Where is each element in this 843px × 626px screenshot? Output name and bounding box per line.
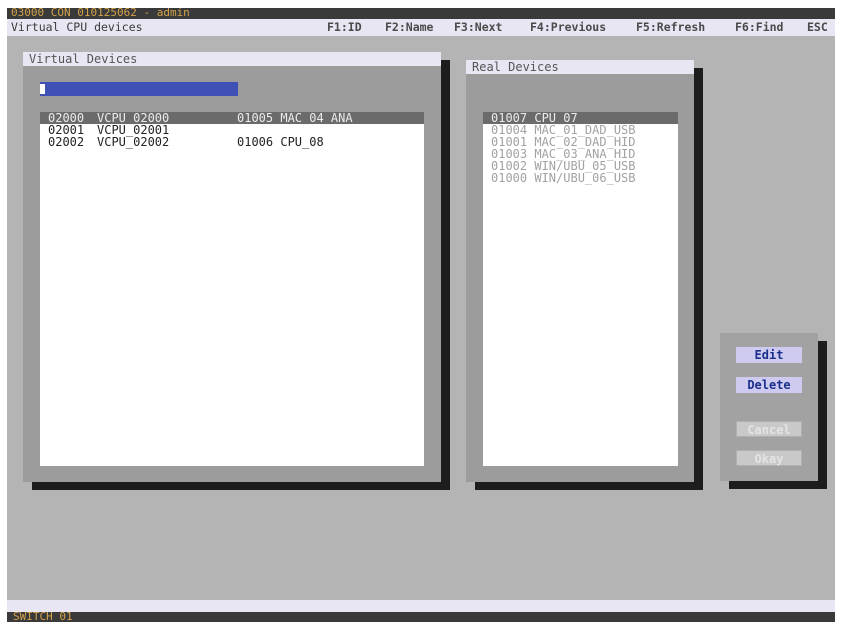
virtual-row-assigned: 01006 CPU_08 — [237, 135, 324, 149]
fkey-refresh[interactable]: F5:Refresh — [636, 20, 705, 35]
text-cursor — [40, 84, 45, 94]
session-bar: 03000 CON 010125062 - admin — [7, 6, 835, 19]
real-row-label: 01000 WIN/UBU_06_USB — [491, 171, 636, 185]
delete-button[interactable]: Delete — [736, 377, 802, 393]
status-bar — [7, 600, 835, 612]
screen-title: Virtual CPU devices — [11, 20, 143, 34]
real-row[interactable]: 01000 WIN/UBU_06_USB — [483, 172, 678, 184]
fkey-id[interactable]: F1:ID — [327, 20, 362, 35]
virtual-device-list[interactable]: 02000 VCPU_02000 01005 MAC_04_ANA 02001 … — [40, 112, 424, 466]
session-title: 03000 CON 010125062 - admin — [11, 6, 190, 19]
fkey-name[interactable]: F2:Name — [385, 20, 433, 35]
switch-status: SWITCH 01 — [13, 610, 73, 623]
virtual-row-assigned: 01005 MAC_04_ANA — [237, 111, 353, 125]
virtual-panel-title: Virtual Devices — [23, 52, 441, 66]
function-key-bar: Virtual CPU devices F1:ID F2:Name F3:Nex… — [7, 19, 835, 36]
okay-button[interactable]: Okay — [736, 450, 802, 466]
edit-button[interactable]: Edit — [736, 347, 802, 363]
cancel-button[interactable]: Cancel — [736, 421, 802, 437]
fkey-escape[interactable]: ESC — [807, 20, 828, 35]
footer-bar: SWITCH 01 — [7, 610, 835, 623]
fkey-next[interactable]: F3:Next — [454, 20, 502, 35]
kvm-osd-screen: 03000 CON 010125062 - admin Virtual CPU … — [7, 6, 835, 623]
virtual-search-input[interactable] — [40, 82, 238, 96]
real-device-list[interactable]: 01007 CPU_07 01004 MAC_01_DAD_USB 01001 … — [483, 112, 678, 466]
virtual-row-name: VCPU_02002 — [97, 135, 170, 149]
virtual-row-id: 02002 — [48, 135, 85, 149]
fkey-find[interactable]: F6:Find — [735, 20, 783, 35]
virtual-row[interactable]: 02002 VCPU_02002 01006 CPU_08 — [40, 136, 424, 148]
real-panel-title: Real Devices — [466, 60, 694, 74]
fkey-previous[interactable]: F4:Previous — [530, 20, 606, 35]
